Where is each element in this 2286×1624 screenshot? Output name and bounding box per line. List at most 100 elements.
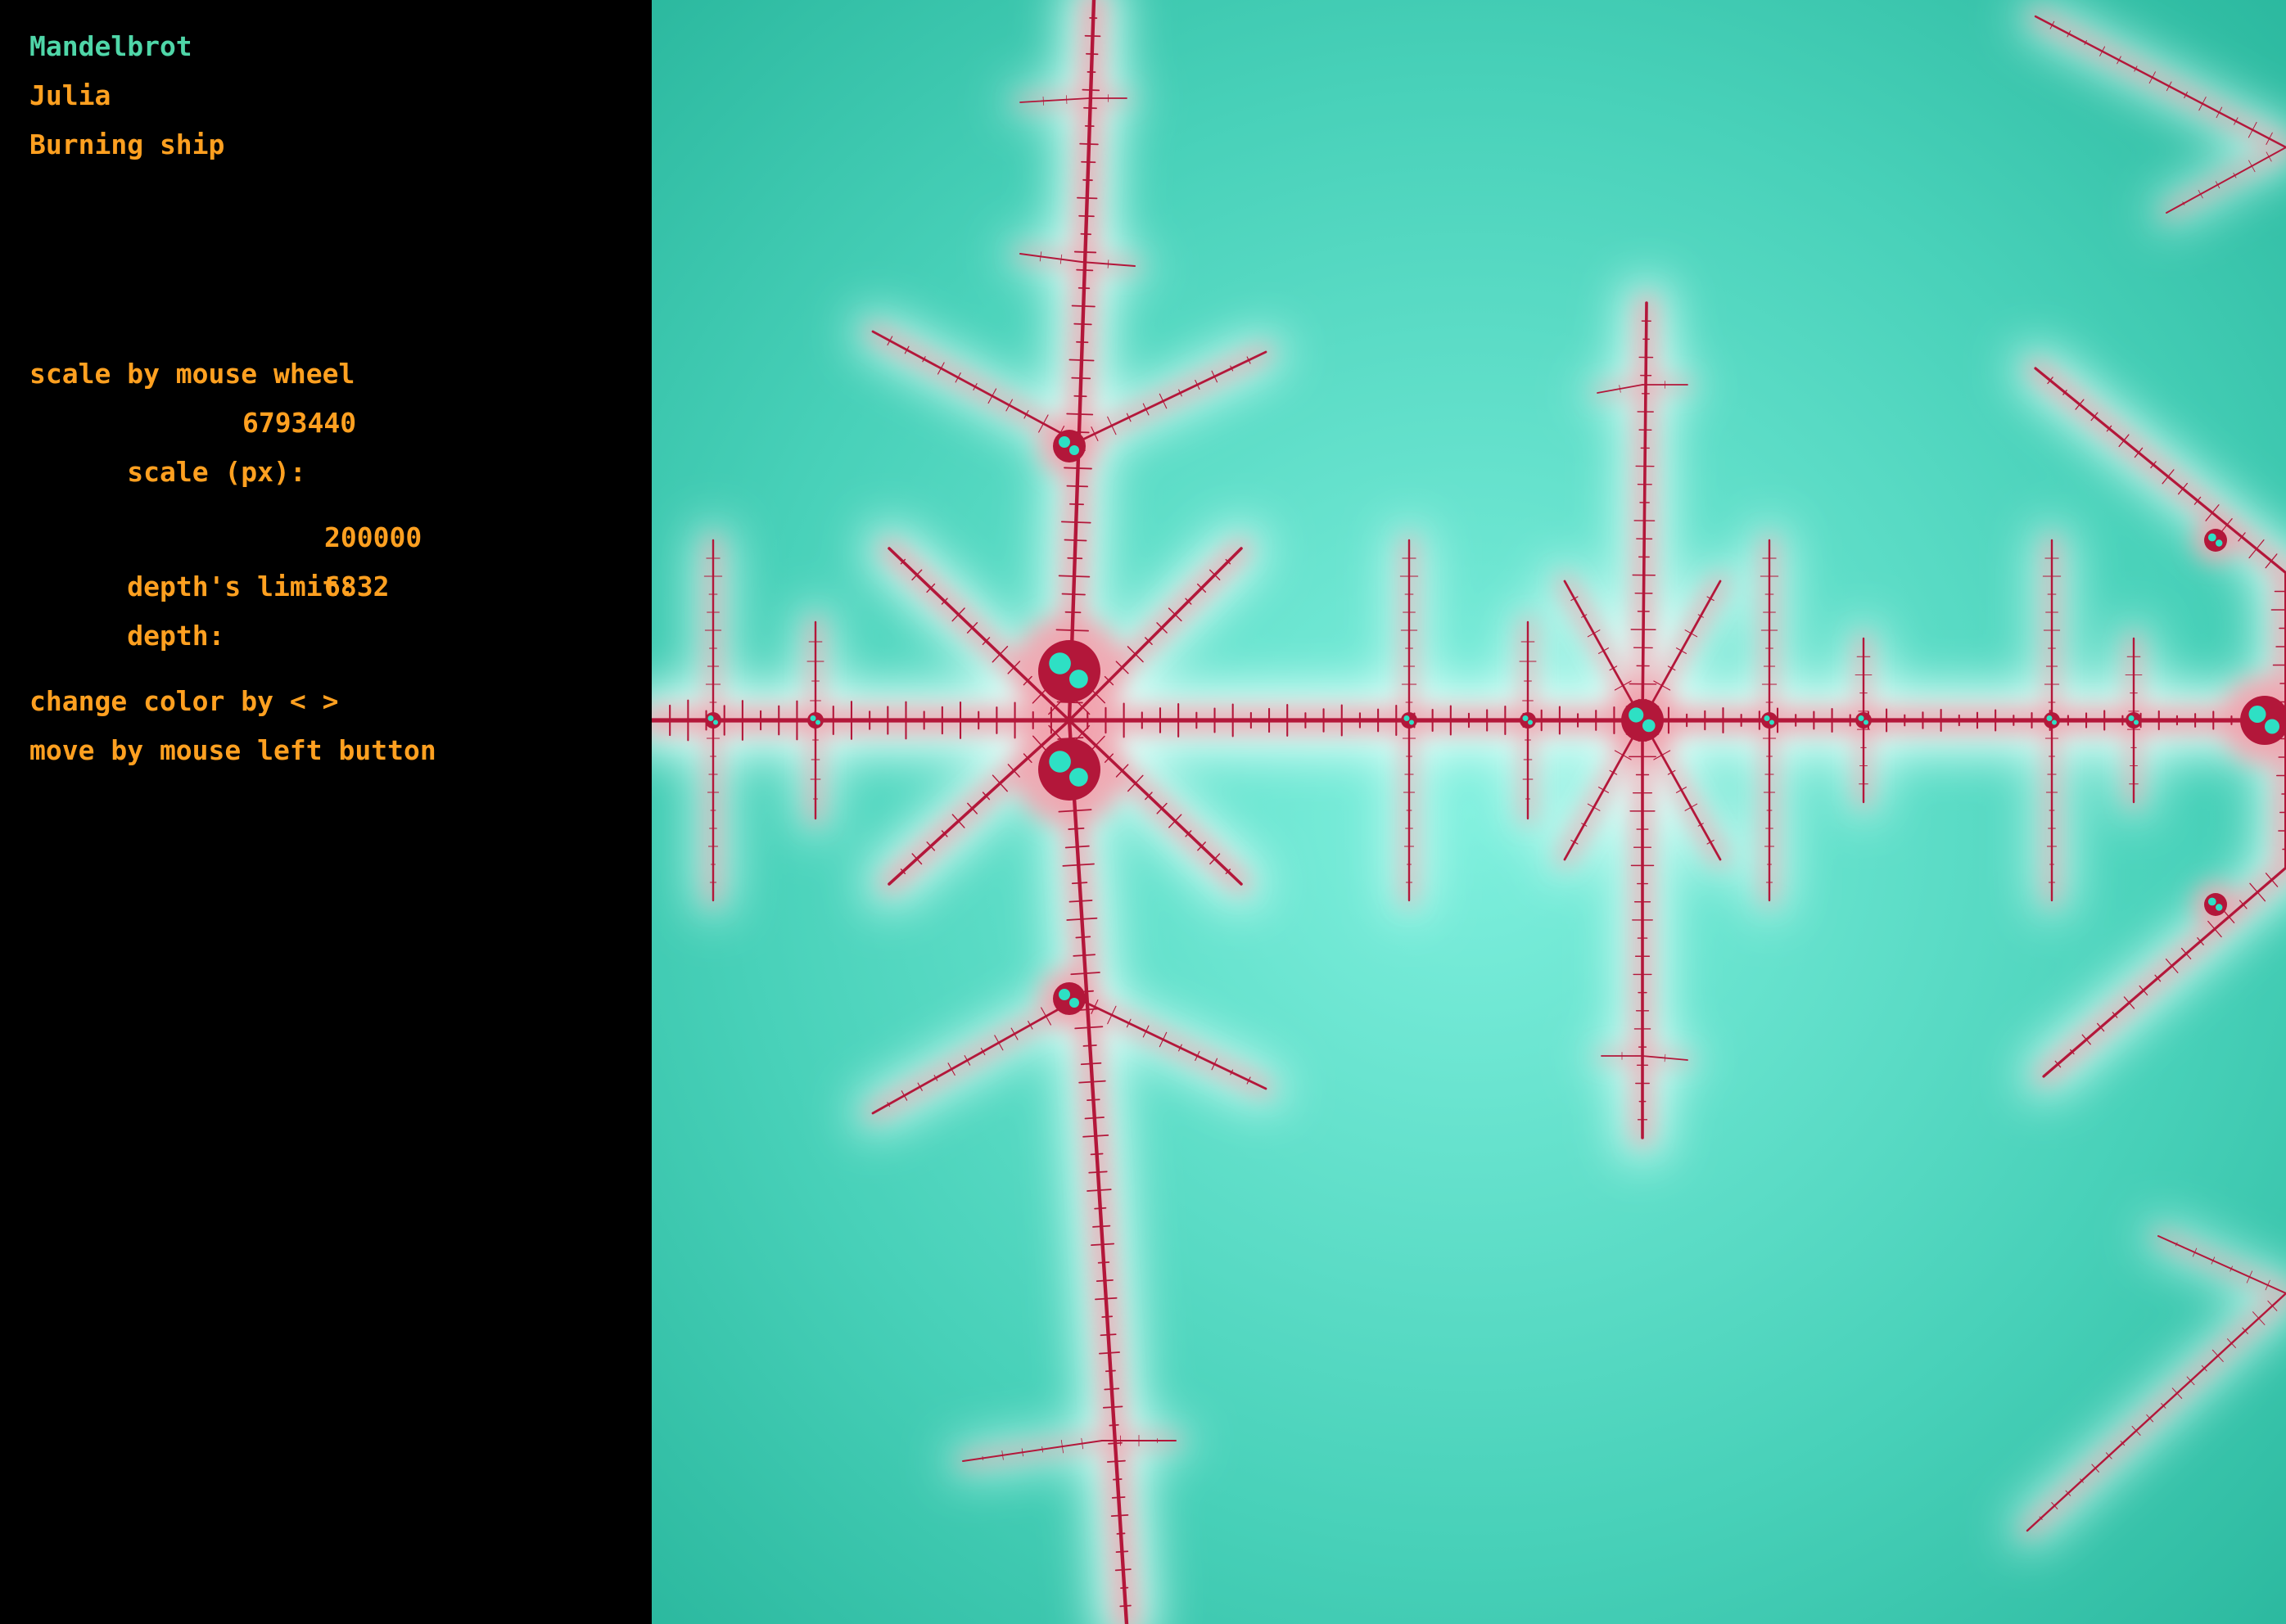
filament-barb: [1078, 214, 1095, 218]
node-core: [2044, 712, 2060, 729]
node-spark: [1522, 715, 1529, 721]
filament-barb: [1083, 106, 1097, 110]
filament-barb: [1068, 828, 1085, 830]
node-core: [1855, 712, 1872, 729]
filament-barb: [1066, 485, 1089, 488]
node-spark: [1059, 436, 1070, 448]
node-spark: [2207, 533, 2216, 542]
node-core: [1053, 982, 1086, 1015]
filament-barb: [1097, 1261, 1110, 1264]
filament-barb: [1082, 1044, 1097, 1047]
node-spark: [713, 720, 718, 725]
filament-barb: [1094, 1207, 1107, 1210]
node-spark: [2134, 720, 2139, 725]
node-spark: [1069, 670, 1088, 688]
depth-value: 6832: [324, 571, 390, 602]
scale-label: scale (px):: [127, 456, 306, 488]
node-core: [2204, 529, 2227, 552]
node-core: [705, 712, 721, 729]
fractal-option-burning-ship[interactable]: Burning ship: [29, 120, 224, 169]
node-spark: [1629, 707, 1644, 723]
move-hint: move by mouse left button: [29, 734, 436, 766]
filament-barb: [1114, 1568, 1132, 1572]
node-spark: [1528, 720, 1533, 725]
fractal-viewer-app: Mandelbrot Julia Burning ship scale by m…: [0, 0, 2286, 1624]
node-spark: [2046, 715, 2053, 721]
filament-barb: [1120, 1586, 1129, 1589]
filament-barb: [1104, 1387, 1120, 1391]
filament-barb: [1096, 1279, 1114, 1282]
node-spark: [1642, 719, 1656, 733]
filament-barb: [1111, 1496, 1126, 1499]
filament-barb: [1101, 1315, 1114, 1318]
node-spark: [2248, 706, 2266, 723]
scale-hint: scale by mouse wheel: [29, 358, 355, 390]
scale-value: 6793440: [242, 407, 357, 439]
node-spark: [2052, 720, 2057, 725]
filament-barb: [1073, 323, 1092, 326]
filament-barb: [1090, 1153, 1104, 1156]
filament-barb: [1076, 268, 1094, 272]
node-spark: [1069, 768, 1088, 787]
depth-label: depth:: [127, 620, 225, 652]
filament-barb: [1071, 377, 1091, 380]
filament-barb: [1060, 521, 1091, 524]
fractal-option-julia[interactable]: Julia: [29, 71, 111, 120]
node-core: [2126, 712, 2142, 729]
filament-barb: [1119, 1604, 1132, 1608]
fractal-canvas[interactable]: [652, 0, 2286, 1624]
node-core: [807, 712, 824, 729]
node-core: [1038, 640, 1100, 702]
node-core: [1761, 712, 1778, 729]
color-hint: change color by < >: [29, 685, 339, 717]
fractal-render[interactable]: [652, 0, 2286, 1624]
fractal-option-mandelbrot[interactable]: Mandelbrot: [29, 22, 192, 71]
node-spark: [1769, 720, 1774, 725]
filament-barb: [1066, 413, 1094, 416]
filament-barb: [1073, 250, 1097, 254]
filament-barb: [1077, 196, 1098, 200]
node-core: [1401, 712, 1417, 729]
filament-barb: [1079, 142, 1099, 146]
filament-barb: [1075, 936, 1091, 939]
node-spark: [1069, 998, 1079, 1008]
node-spark: [1864, 720, 1868, 725]
node-spark: [810, 715, 816, 721]
node-spark: [1409, 720, 1414, 725]
filament-barb: [1116, 1532, 1126, 1535]
node-spark: [1059, 989, 1070, 1000]
filament-barb: [1061, 593, 1086, 596]
depth-limit-value: 200000: [324, 521, 422, 553]
filament-barb: [1064, 467, 1092, 470]
filament-barb: [1067, 557, 1083, 560]
filament-barb: [1082, 88, 1100, 92]
node-spark: [1858, 715, 1864, 721]
filament-barb: [1084, 34, 1101, 38]
node-spark: [707, 715, 714, 721]
filament-barb: [1113, 1478, 1123, 1481]
filament-barb: [1115, 1550, 1129, 1553]
node-spark: [2265, 719, 2279, 734]
node-core: [1520, 712, 1536, 729]
filament-barb: [1110, 1514, 1129, 1518]
filament-barb: [1058, 575, 1091, 578]
filament-barb: [1071, 882, 1088, 885]
filament-barb: [1108, 1441, 1123, 1445]
filament-barb: [1105, 1369, 1116, 1373]
filament-barb: [1064, 539, 1087, 542]
filament-barb: [1071, 304, 1096, 308]
node-spark: [1764, 715, 1770, 721]
filament-barb: [1068, 359, 1095, 362]
node-spark: [2207, 897, 2216, 906]
node-spark: [1049, 751, 1071, 773]
node-spark: [1069, 445, 1079, 455]
node-core: [1053, 430, 1086, 462]
node-spark: [2216, 904, 2223, 911]
node-spark: [2128, 715, 2135, 721]
filament-barb: [1100, 1333, 1117, 1337]
filament-barb: [1069, 503, 1084, 506]
node-spark: [2216, 539, 2223, 547]
node-core: [2204, 893, 2227, 916]
control-panel: Mandelbrot Julia Burning ship scale by m…: [0, 0, 652, 1624]
node-spark: [815, 720, 820, 725]
